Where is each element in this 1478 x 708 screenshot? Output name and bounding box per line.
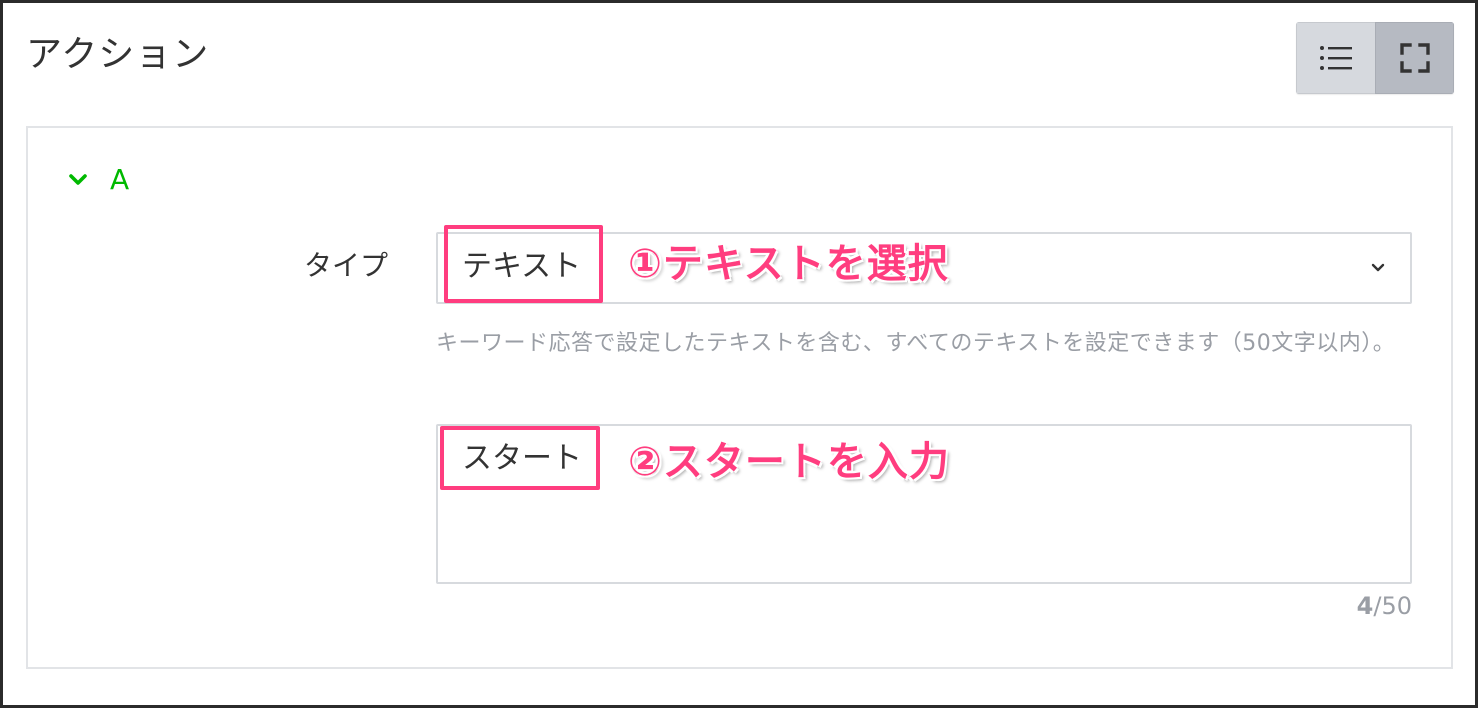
view-toggle [1296,22,1454,94]
type-field-label: タイプ [303,249,388,282]
annotation-step1: ①テキストを選択 [628,241,949,287]
fullscreen-icon [1399,43,1430,73]
chevron-down-icon [1371,263,1385,272]
annotation-step2: ②スタートを入力 [628,439,950,485]
action-panel [26,126,1453,669]
section-label: A [110,163,130,196]
fullscreen-view-button[interactable] [1375,22,1454,94]
highlight-box-textarea [440,426,600,490]
section-toggle[interactable]: A [66,160,129,200]
type-hint-text: キーワード応答で設定したテキストを含む、すべてのテキストを設定できます（50文字… [436,331,1396,356]
chevron-down-icon [69,174,87,185]
counter-current: 4 [1356,592,1374,620]
character-counter: 4/50 [1357,588,1412,624]
list-icon [1320,46,1352,70]
page-title: アクション [26,34,210,75]
list-view-button[interactable] [1296,22,1375,94]
highlight-box-select [444,225,603,303]
counter-max: /50 [1373,592,1412,620]
